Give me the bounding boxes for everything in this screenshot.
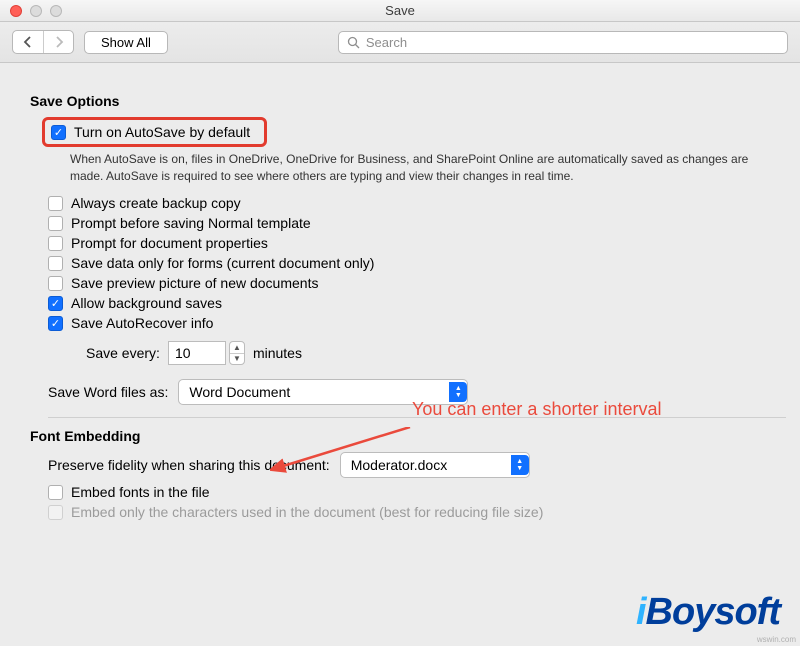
embed-fonts-label: Embed fonts in the file: [71, 484, 210, 500]
forward-button[interactable]: [43, 31, 73, 53]
save-as-value: Word Document: [189, 384, 290, 400]
close-window-button[interactable]: [10, 5, 22, 17]
credit-text: wswin.com: [757, 635, 796, 644]
preserve-select[interactable]: Moderator.docx ▲▼: [340, 452, 530, 478]
content-area: Save Options ✓ Turn on AutoSave by defau…: [0, 63, 800, 534]
stepper-down-button[interactable]: ▼: [230, 353, 244, 364]
backup-checkbox[interactable]: [48, 196, 63, 211]
autorecover-checkbox[interactable]: ✓: [48, 316, 63, 331]
save-every-stepper: 10 ▲ ▼: [168, 341, 245, 365]
prompt-normal-checkbox[interactable]: [48, 216, 63, 231]
show-all-button[interactable]: Show All: [84, 31, 168, 54]
embed-fonts-checkbox[interactable]: [48, 485, 63, 500]
autosave-highlight: ✓ Turn on AutoSave by default: [42, 117, 267, 147]
window-title: Save: [0, 3, 800, 18]
chevron-right-icon: [54, 36, 64, 48]
bg-saves-label: Allow background saves: [71, 295, 222, 311]
traffic-lights: [10, 5, 62, 17]
backup-label: Always create backup copy: [71, 195, 241, 211]
back-button[interactable]: [13, 31, 43, 53]
save-as-select[interactable]: Word Document ▲▼: [178, 379, 468, 405]
preserve-label: Preserve fidelity when sharing this docu…: [48, 457, 330, 473]
section-save-options: Save Options: [30, 93, 786, 109]
search-icon: [347, 36, 360, 49]
titlebar: Save: [0, 0, 800, 22]
zoom-window-button: [50, 5, 62, 17]
preview-pic-checkbox[interactable]: [48, 276, 63, 291]
chevron-updown-icon: ▲▼: [449, 382, 467, 402]
autosave-checkbox[interactable]: ✓: [51, 125, 66, 140]
toolbar: Show All Search: [0, 22, 800, 63]
embed-chars-checkbox: [48, 505, 63, 520]
watermark: iBoysoft: [636, 591, 780, 634]
search-placeholder: Search: [366, 35, 407, 50]
save-every-input[interactable]: 10: [168, 341, 226, 365]
preview-pic-label: Save preview picture of new documents: [71, 275, 318, 291]
chevron-updown-icon: ▲▼: [511, 455, 529, 475]
autorecover-label: Save AutoRecover info: [71, 315, 213, 331]
prompt-props-checkbox[interactable]: [48, 236, 63, 251]
divider: [48, 417, 786, 418]
save-as-label: Save Word files as:: [48, 384, 168, 400]
prompt-props-label: Prompt for document properties: [71, 235, 268, 251]
section-font-embedding: Font Embedding: [30, 428, 786, 444]
forms-only-checkbox[interactable]: [48, 256, 63, 271]
prompt-normal-label: Prompt before saving Normal template: [71, 215, 311, 231]
save-every-label: Save every:: [86, 345, 160, 361]
save-every-unit: minutes: [253, 345, 302, 361]
bg-saves-checkbox[interactable]: ✓: [48, 296, 63, 311]
autosave-description: When AutoSave is on, files in OneDrive, …: [70, 151, 750, 185]
search-input[interactable]: Search: [338, 31, 788, 54]
stepper-up-button[interactable]: ▲: [230, 342, 244, 353]
minimize-window-button: [30, 5, 42, 17]
nav-buttons: [12, 30, 74, 54]
autosave-label: Turn on AutoSave by default: [74, 124, 250, 140]
save-every-row: Save every: 10 ▲ ▼ minutes: [86, 341, 786, 365]
embed-chars-label: Embed only the characters used in the do…: [71, 504, 543, 520]
preserve-value: Moderator.docx: [351, 457, 448, 473]
chevron-left-icon: [23, 36, 33, 48]
forms-only-label: Save data only for forms (current docume…: [71, 255, 374, 271]
